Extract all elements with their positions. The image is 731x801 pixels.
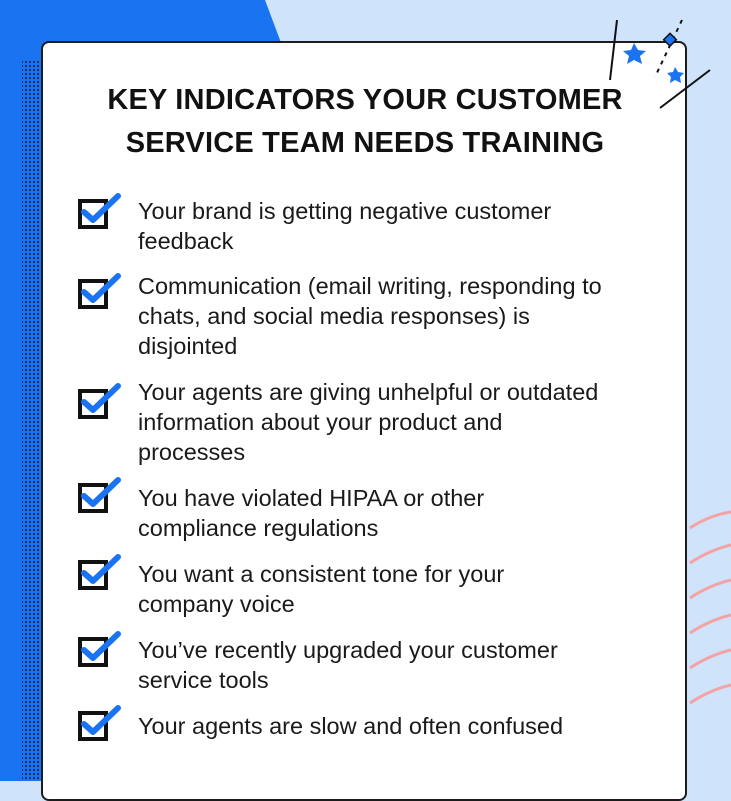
list-item: Your brand is getting negative customer … <box>138 196 678 256</box>
checked-checkbox-icon <box>78 193 121 229</box>
list-item-line: Communication (email writing, responding… <box>138 273 602 299</box>
list-item-line: Your agents are giving unhelpful or outd… <box>138 379 599 405</box>
star-icon <box>667 67 684 83</box>
checked-checkbox-icon <box>78 554 121 590</box>
list-item: You have violated HIPAA or other complia… <box>138 483 678 543</box>
list-item-line: company voice <box>138 591 295 617</box>
list-item-line: compliance regulations <box>138 515 379 541</box>
list-item-line: You have violated HIPAA or other <box>138 485 485 511</box>
title-line-1: KEY INDICATORS YOUR CUSTOMER <box>107 84 623 116</box>
list-item: Communication (email writing, responding… <box>138 271 678 361</box>
list-item-line: disjointed <box>138 333 238 359</box>
list-item-line: service tools <box>138 667 269 693</box>
list-item-line: chats, and social media responses) is <box>138 303 530 329</box>
list-item-line: Your brand is getting negative customer <box>138 198 552 224</box>
list-item-line: You want a consistent tone for your <box>138 561 505 587</box>
title-line-2: SERVICE TEAM NEEDS TRAINING <box>125 127 605 159</box>
list-item: You’ve recently upgraded your customer s… <box>138 635 678 695</box>
list-item-line: feedback <box>138 228 234 254</box>
checked-checkbox-icon <box>78 705 121 741</box>
list-item-line: You’ve recently upgraded your customer <box>138 637 558 663</box>
checked-checkbox-icon <box>78 631 121 667</box>
checked-checkbox-icon <box>78 477 121 513</box>
list-item-line: information about your product and <box>138 409 503 435</box>
list-item: Your agents are giving unhelpful or outd… <box>138 377 678 467</box>
list-item: Your agents are slow and often confused <box>138 711 678 741</box>
list-item-line: Your agents are slow and often confused <box>138 713 564 739</box>
star-icon <box>623 43 646 64</box>
checked-checkbox-icon <box>78 273 121 309</box>
list-item-line: processes <box>138 439 246 465</box>
list-item: You want a consistent tone for your comp… <box>138 559 678 619</box>
checked-checkbox-icon <box>78 383 121 419</box>
